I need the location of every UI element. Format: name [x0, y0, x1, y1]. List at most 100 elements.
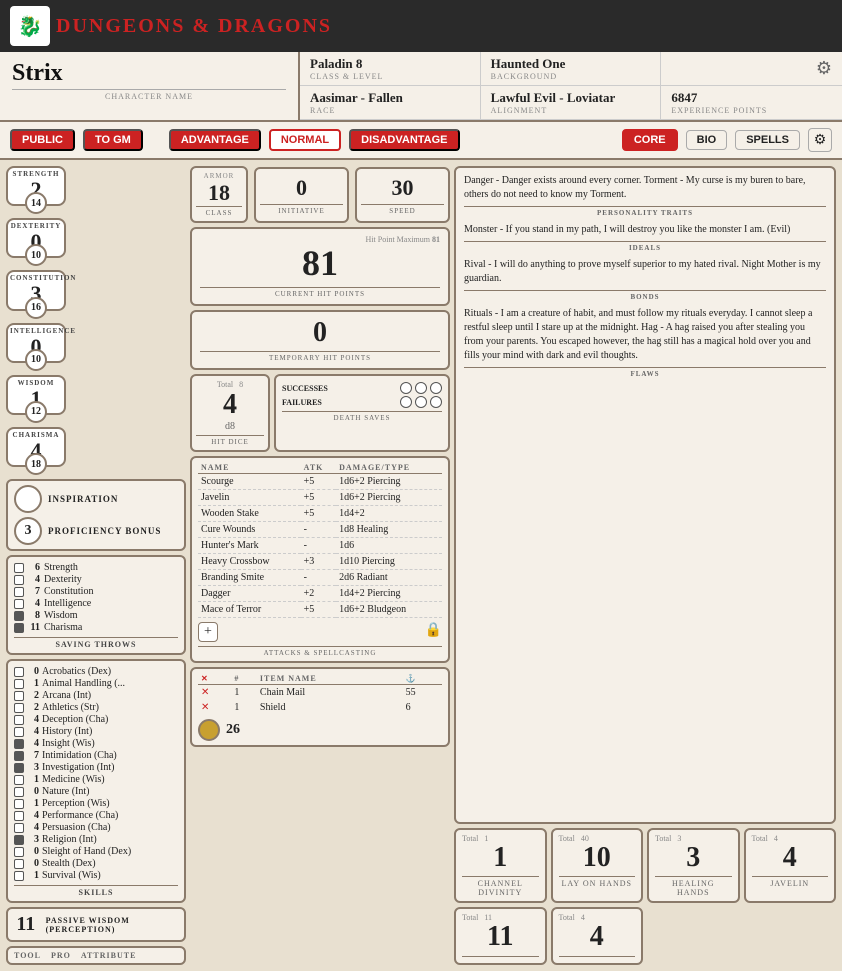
skill-arcana-name: Arcana (Int) [42, 690, 91, 701]
skill-arcana-val: 2 [27, 690, 39, 701]
main-content: STRENGTH 2 14 DEXTERITY 0 10 CONSTITUTIO… [0, 160, 842, 971]
attack-damage: 1d4+2 Piercing [336, 586, 442, 602]
throw-constitution-val: 7 [28, 586, 40, 597]
skill-deception-check[interactable] [14, 715, 24, 725]
failure-bubble-2[interactable] [415, 396, 427, 408]
temp-hp-box: 0 TEMPORARY HIT POINTS [190, 310, 450, 371]
attack-atk: - [301, 570, 336, 586]
attack-row: Heavy Crossbow +3 1d10 Piercing [198, 554, 442, 570]
add-attack-button[interactable]: + [198, 622, 218, 642]
lay-on-hands-label: Lay On Hands [559, 876, 636, 888]
hp-max-label-text: Hit Point Maximum [366, 235, 430, 244]
throw-strength-check[interactable] [14, 563, 24, 573]
throw-intelligence-check[interactable] [14, 599, 24, 609]
skill-religion-check[interactable] [14, 835, 24, 845]
failure-bubble-1[interactable] [400, 396, 412, 408]
failures-row: FAILURES [282, 396, 442, 408]
skill-investigation-name: Investigation (Int) [42, 762, 114, 773]
gear-icon[interactable]: ⚙ [816, 58, 832, 79]
throw-constitution-check[interactable] [14, 587, 24, 597]
character-name-box: Strix CHARACTER NAME [0, 52, 300, 120]
throw-charisma-check[interactable] [14, 623, 24, 633]
character-info-grid: Paladin 8 CLASS & LEVEL Haunted One BACK… [300, 52, 842, 120]
skill-acrobatics: 0 Acrobatics (Dex) [14, 666, 178, 677]
lay-on-hands-box: Total 40 10 Lay On Hands [551, 828, 644, 904]
flaws-section: Rituals - I am a creature of habit, and … [464, 307, 826, 378]
hp-max-value: 81 [432, 235, 440, 244]
skill-perception-check[interactable] [14, 799, 24, 809]
dexterity-score: 10 [25, 244, 47, 266]
throw-charisma: 11 Charisma [14, 622, 178, 633]
skill-persuasion: 4 Persuasion (Cha) [14, 822, 178, 833]
tool-row: TOOL PRO ATTRIBUTE [6, 946, 186, 965]
speed-box: 30 SPEED [355, 167, 450, 223]
throw-intelligence: 4 Intelligence [14, 598, 178, 609]
skill-history-check[interactable] [14, 727, 24, 737]
skill-insight-check[interactable] [14, 739, 24, 749]
skill-nature: 0 Nature (Int) [14, 786, 178, 797]
attack-name: Cure Wounds [198, 522, 301, 538]
attack-name: Branding Smite [198, 570, 301, 586]
ability-charisma: CHARISMA 4 18 [6, 427, 186, 467]
skill-nature-check[interactable] [14, 787, 24, 797]
saving-throws-list: 6 Strength 4 Dexterity 7 Constitution 4 … [14, 562, 178, 633]
inspiration-row: INSPIRATION [14, 485, 178, 513]
background-value: Haunted One [491, 56, 651, 72]
skill-sleight-check[interactable] [14, 847, 24, 857]
lock-icon[interactable]: 🔒 [425, 622, 442, 639]
hit-dice-box: Total 8 4 d8 HIT DICE [190, 374, 270, 452]
title-ampersand: & [192, 15, 211, 37]
throw-intelligence-name: Intelligence [44, 598, 91, 609]
character-banner: Strix CHARACTER NAME Paladin 8 CLASS & L… [0, 52, 842, 122]
tab-core[interactable]: CORE [622, 129, 678, 151]
wisdom-score: 12 [25, 401, 47, 423]
skill-performance-name: Performance (Cha) [42, 810, 118, 821]
success-bubble-3[interactable] [430, 382, 442, 394]
tab-normal[interactable]: NORMAL [269, 129, 341, 151]
skill-sleight-name: Sleight of Hand (Dex) [42, 846, 131, 857]
temp-hp-value: 0 [200, 318, 440, 349]
tab-disadvantage[interactable]: DISADVANTAGE [349, 129, 459, 151]
skill-medicine-check[interactable] [14, 775, 24, 785]
javelin-value: 4 [752, 843, 829, 874]
skill-athletics-check[interactable] [14, 703, 24, 713]
tab-to-gm[interactable]: TO GM [83, 129, 143, 151]
tab-spells[interactable]: SPELLS [735, 130, 800, 150]
speed-value: 30 [361, 175, 444, 201]
skill-performance-check[interactable] [14, 811, 24, 821]
ability-strength: STRENGTH 2 14 [6, 166, 186, 206]
success-bubble-2[interactable] [415, 382, 427, 394]
skill-animal-check[interactable] [14, 679, 24, 689]
skill-survival-check[interactable] [14, 871, 24, 881]
skill-investigation-check[interactable] [14, 763, 24, 773]
tab-bio[interactable]: BIO [686, 130, 728, 150]
tab-settings-button[interactable]: ⚙ [808, 128, 832, 152]
equip-col-name: ITEM NAME [257, 673, 403, 685]
equip-delete[interactable]: ✕ [198, 685, 231, 701]
tab-advantage[interactable]: ADVANTAGE [169, 129, 261, 151]
background-cell: Haunted One BACKGROUND [481, 52, 662, 86]
skill-sleight-val: 0 [27, 846, 39, 857]
skill-athletics-val: 2 [27, 702, 39, 713]
throw-dexterity-check[interactable] [14, 575, 24, 585]
skill-acrobatics-check[interactable] [14, 667, 24, 677]
failure-bubble-3[interactable] [430, 396, 442, 408]
attack-atk: +2 [301, 586, 336, 602]
healing-hands-box: Total 3 3 Healing Hands [647, 828, 740, 904]
success-bubble-1[interactable] [400, 382, 412, 394]
skill-intimidation-check[interactable] [14, 751, 24, 761]
skill-arcana-check[interactable] [14, 691, 24, 701]
bonds-section: Rival - I will do anything to prove myse… [464, 258, 826, 301]
throw-wisdom-check[interactable] [14, 611, 24, 621]
throw-dexterity-val: 4 [28, 574, 40, 585]
skill-insight-name: Insight (Wis) [42, 738, 95, 749]
equip-delete[interactable]: ✕ [198, 700, 231, 715]
attack-damage: 1d6+2 Piercing [336, 474, 442, 490]
skill-persuasion-check[interactable] [14, 823, 24, 833]
equip-qty: 1 [231, 685, 257, 701]
ability-constitution: CONSTITUTION 3 16 [6, 270, 186, 310]
tab-public[interactable]: PUBLIC [10, 129, 75, 151]
skill-investigation-val: 3 [27, 762, 39, 773]
skill-performance: 4 Performance (Cha) [14, 810, 178, 821]
death-saves-label: DEATH SAVES [282, 411, 442, 422]
